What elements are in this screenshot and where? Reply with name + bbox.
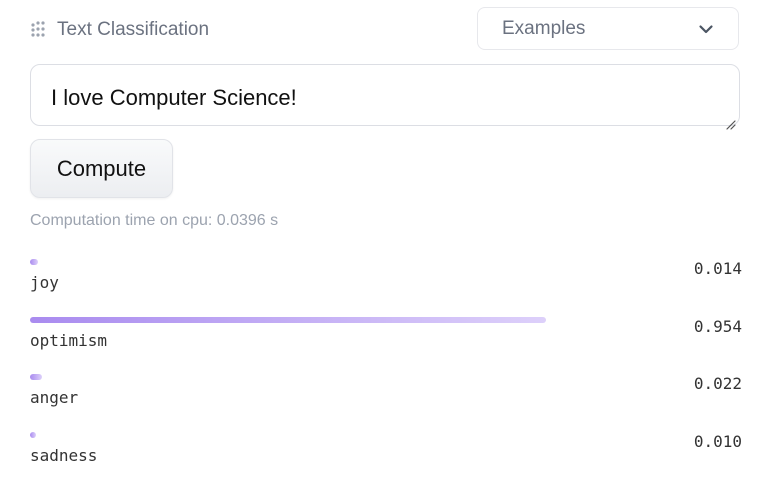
result-row: anger 0.022 — [30, 372, 742, 430]
widget-header: Text Classification — [30, 17, 209, 43]
result-label: anger — [30, 388, 79, 407]
score-bar-fill — [30, 374, 42, 380]
result-row: optimism 0.954 — [30, 315, 742, 373]
score-bar — [30, 431, 570, 438]
resize-handle-icon[interactable] — [724, 110, 736, 130]
text-classification-icon — [30, 20, 50, 40]
result-row: joy 0.014 — [30, 257, 742, 315]
score-bar-fill — [30, 316, 546, 323]
computation-time: Computation time on cpu: 0.0396 s — [30, 212, 279, 229]
chevron-down-icon — [698, 21, 714, 37]
result-score: 0.022 — [693, 374, 742, 393]
examples-label: Examples — [502, 17, 586, 39]
result-label: joy — [30, 273, 59, 292]
inference-widget: Text Classification Examples I love Comp… — [0, 0, 768, 485]
examples-dropdown[interactable]: Examples — [477, 7, 739, 50]
result-label: sadness — [30, 445, 98, 465]
score-bar — [30, 316, 570, 323]
classification-results: joy 0.014 optimism 0.954 anger 0.022 sadness 0.… — [30, 257, 742, 485]
score-bar — [30, 374, 570, 380]
result-score: 0.954 — [693, 316, 742, 336]
score-bar-fill — [30, 259, 38, 265]
score-bar-fill — [30, 431, 36, 438]
compute-button[interactable]: Compute — [30, 139, 173, 198]
task-label: Text Classification — [57, 19, 210, 40]
text-input-value: I love Computer Science! — [51, 85, 297, 110]
score-bar — [30, 259, 570, 265]
result-row: sadness 0.010 — [30, 430, 742, 485]
text-input[interactable]: I love Computer Science! — [30, 64, 740, 130]
result-score: 0.014 — [693, 259, 742, 278]
result-label: optimism — [30, 330, 108, 350]
result-score: 0.010 — [693, 431, 742, 451]
